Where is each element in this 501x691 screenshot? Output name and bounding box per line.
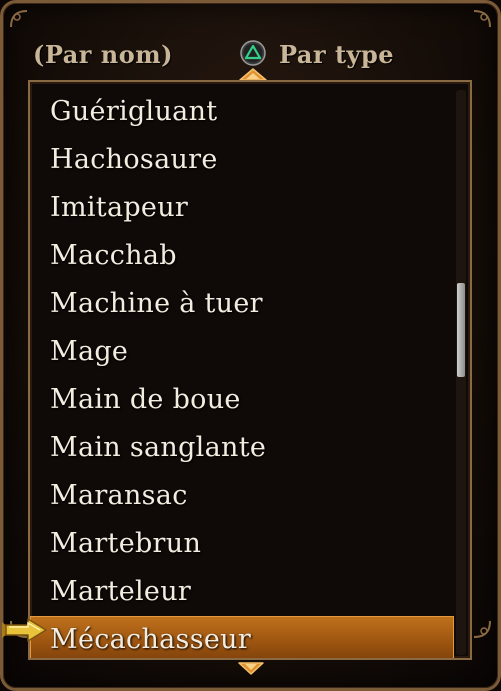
corner-ornament-icon bbox=[473, 10, 491, 28]
scrollbar-thumb[interactable] bbox=[457, 283, 465, 377]
list-item[interactable]: Machine à tuer bbox=[30, 280, 454, 328]
sort-by-type-option[interactable]: Par type bbox=[279, 40, 394, 69]
corner-ornament-icon bbox=[473, 620, 491, 638]
scrollbar[interactable] bbox=[456, 90, 466, 655]
scroll-down-arrow-icon[interactable] bbox=[236, 660, 266, 676]
list-item[interactable]: Main sanglante bbox=[30, 424, 454, 472]
triangle-icon[interactable] bbox=[240, 40, 266, 66]
list-item[interactable]: Main de boue bbox=[30, 376, 454, 424]
corner-ornament-icon bbox=[10, 10, 28, 28]
list-item[interactable]: Imitapeur bbox=[30, 184, 454, 232]
list-item[interactable]: Hachosaure bbox=[30, 136, 454, 184]
sort-by-name-option[interactable]: (Par nom) bbox=[33, 40, 173, 69]
monster-list-panel: Guérigluant Hachosaure Imitapeur Macchab Mac… bbox=[28, 80, 472, 660]
hand-pointer-icon bbox=[2, 618, 47, 642]
monster-list: Guérigluant Hachosaure Imitapeur Macchab Mac… bbox=[30, 88, 454, 658]
list-item[interactable]: Maransac bbox=[30, 472, 454, 520]
list-item[interactable]: Martebrun bbox=[30, 520, 454, 568]
list-item[interactable]: Guérigluant bbox=[30, 88, 454, 136]
list-item[interactable]: Mécachasseur bbox=[30, 616, 454, 658]
list-item[interactable]: Marteleur bbox=[30, 568, 454, 616]
list-item[interactable]: Macchab bbox=[30, 232, 454, 280]
list-item[interactable]: Mage bbox=[30, 328, 454, 376]
